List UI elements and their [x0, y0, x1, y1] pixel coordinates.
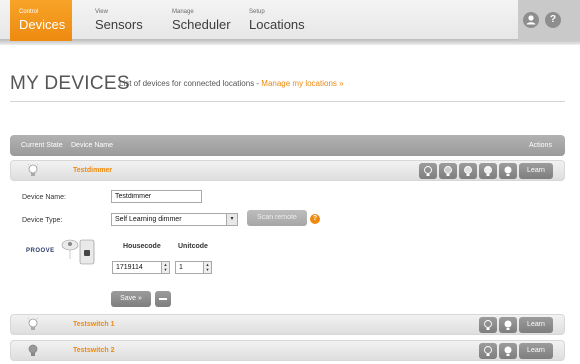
- col-actions: Actions: [529, 142, 552, 149]
- tab-devices-label: Devices: [19, 17, 66, 32]
- tab-devices[interactable]: Control Devices: [10, 0, 72, 41]
- device-product-image: [61, 239, 95, 265]
- learn-button[interactable]: Learn: [519, 163, 553, 179]
- turn-on-button[interactable]: [499, 163, 517, 179]
- device-name-label: Device Name:: [22, 194, 66, 201]
- housecode-stepper[interactable]: 1719114 ▲ ▼: [112, 261, 170, 274]
- save-button[interactable]: Save »: [111, 291, 151, 307]
- device-name[interactable]: Testdimmer: [73, 167, 112, 174]
- turn-off-button[interactable]: [479, 317, 497, 333]
- unitcode-value: 1: [179, 264, 183, 271]
- dim-level-4-button[interactable]: [479, 163, 497, 179]
- device-name[interactable]: Testswitch 2: [73, 347, 115, 354]
- tab-devices-caption: Control: [19, 9, 39, 15]
- stepper-arrows-icon[interactable]: ▲ ▼: [161, 262, 169, 273]
- bulb-icon: [27, 317, 39, 330]
- bulb-off-icon: [28, 344, 38, 356]
- title-divider: [10, 101, 565, 102]
- device-name[interactable]: Testswitch 1: [73, 321, 115, 328]
- help-icon[interactable]: ?: [545, 12, 561, 28]
- page-description-text: List of devices for connected locations …: [119, 79, 262, 88]
- turn-off-button[interactable]: [479, 343, 497, 359]
- turn-on-button[interactable]: [499, 317, 517, 333]
- dim-level-3-button[interactable]: [459, 163, 477, 179]
- dim-level-2-button[interactable]: [439, 163, 457, 179]
- device-type-select[interactable]: Self Learning dimmer ▾: [111, 213, 238, 226]
- page-title: MY DEVICES: [10, 73, 130, 94]
- device-row-testswitch-1[interactable]: Testswitch 1 Learn: [10, 314, 565, 335]
- learn-button[interactable]: Learn: [519, 343, 553, 359]
- tab-locations[interactable]: Setup Locations: [249, 0, 319, 41]
- device-row-testdimmer[interactable]: Testdimmer Learn: [10, 160, 565, 181]
- remove-device-button[interactable]: [155, 291, 171, 307]
- tab-locations-label: Locations: [249, 17, 305, 32]
- device-type-label: Device Type:: [22, 217, 63, 224]
- chevron-down-icon: ▾: [226, 214, 237, 225]
- tab-scheduler[interactable]: Manage Scheduler: [172, 0, 242, 41]
- turn-on-button[interactable]: [499, 343, 517, 359]
- question-icon[interactable]: ?: [310, 214, 320, 224]
- tab-sensors-label: Sensors: [95, 17, 143, 32]
- device-row-testswitch-2[interactable]: Testswitch 2 Learn: [10, 340, 565, 361]
- bulb-icon: [27, 163, 39, 176]
- device-type-value: Self Learning dimmer: [115, 216, 182, 223]
- tab-sensors-caption: View: [95, 9, 108, 15]
- stepper-arrows-icon[interactable]: ▲ ▼: [203, 262, 211, 273]
- col-current-state: Current State: [21, 142, 63, 149]
- device-name-input[interactable]: [111, 190, 202, 203]
- scan-remote-button[interactable]: Scan remote: [247, 210, 307, 226]
- tab-sensors[interactable]: View Sensors: [95, 0, 165, 41]
- brand-logo: PROOVE: [26, 248, 55, 254]
- tab-locations-caption: Setup: [249, 9, 265, 15]
- table-header: Current State Device Name Actions: [10, 135, 565, 156]
- minus-icon: [159, 298, 167, 300]
- tab-scheduler-label: Scheduler: [172, 17, 231, 32]
- housecode-value: 1719114: [116, 264, 143, 271]
- unitcode-label: Unitcode: [178, 243, 208, 250]
- housecode-label: Housecode: [123, 243, 161, 250]
- tab-scheduler-caption: Manage: [172, 9, 194, 15]
- page-description: List of devices for connected locations …: [119, 79, 344, 88]
- learn-button[interactable]: Learn: [519, 317, 553, 333]
- user-icon[interactable]: [523, 12, 539, 28]
- col-device-name: Device Name: [71, 142, 114, 149]
- manage-locations-link[interactable]: Manage my locations »: [261, 79, 343, 88]
- unitcode-stepper[interactable]: 1 ▲ ▼: [175, 261, 212, 274]
- dim-level-1-button[interactable]: [419, 163, 437, 179]
